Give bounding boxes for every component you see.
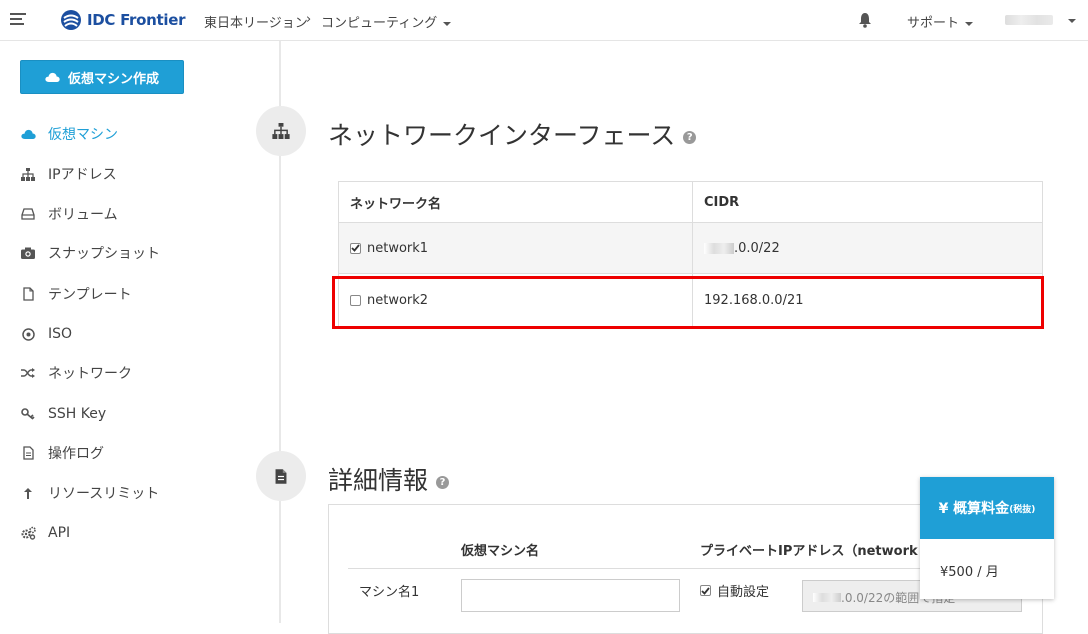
sidebar-item-label: ISO	[48, 326, 73, 342]
network2-checkbox[interactable]	[350, 295, 361, 306]
auto-setting-checkbox[interactable]	[700, 585, 711, 596]
top-header: IDC Frontier 東日本リージョン › コンピューティング サポート	[0, 0, 1088, 41]
breadcrumb-region[interactable]: 東日本リージョン	[204, 12, 308, 31]
network-section-icon	[256, 106, 306, 156]
sidebar-item-label: テンプレート	[48, 287, 132, 303]
cidr-redacted	[704, 242, 734, 254]
checkmark-icon	[351, 244, 360, 252]
sidebar-item-label: 操作ログ	[48, 446, 104, 462]
gears-icon	[20, 525, 36, 541]
sitemap-icon	[272, 123, 290, 139]
help-icon[interactable]: ?	[436, 475, 450, 489]
price-title: ¥ 概算料金	[938, 501, 1010, 517]
sidebar-item-template[interactable]: テンプレート	[20, 284, 132, 304]
sidebar-item-snapshot[interactable]: スナップショット	[20, 243, 160, 263]
arrow-up-icon	[20, 485, 36, 501]
vm-row-label: マシン名1	[359, 585, 420, 600]
sitemap-icon	[20, 166, 36, 182]
table-row[interactable]: network1 .0.0/22	[339, 223, 1042, 274]
sidebar-item-label: API	[48, 525, 71, 541]
price-panel: ¥ 概算料金 (税抜) ¥500 / 月	[920, 477, 1054, 599]
file-icon	[20, 286, 36, 302]
sidebar-item-label: リソースリミット	[48, 486, 160, 502]
sidebar-item-ip-address[interactable]: IPアドレス	[20, 164, 117, 184]
cloud-icon	[45, 72, 60, 82]
checkmark-icon	[701, 586, 710, 595]
detail-section-title-text: 詳細情報	[328, 466, 429, 495]
cidr-value: .0.0/22	[734, 240, 780, 256]
sidebar-item-resource-limit[interactable]: リソースリミット	[20, 483, 159, 503]
price-title-note: (税抜)	[1009, 504, 1036, 515]
key-icon	[20, 406, 36, 422]
cloud-icon	[20, 126, 36, 142]
network-name-cell: network1	[339, 223, 693, 273]
sidebar-item-label: 仮想マシン	[48, 127, 118, 143]
table-header-row: ネットワーク名 CIDR	[339, 182, 1042, 223]
price-panel-header[interactable]: ¥ 概算料金 (税抜)	[920, 477, 1054, 539]
disc-icon	[20, 326, 36, 342]
network-section-title-text: ネットワークインターフェース	[328, 121, 676, 150]
detail-section-title: 詳細情報?	[328, 461, 450, 497]
table-row[interactable]: network2 192.168.0.0/21	[339, 274, 1042, 327]
shuffle-icon	[20, 365, 36, 381]
create-vm-label: 仮想マシン作成	[67, 71, 159, 87]
camera-icon	[20, 245, 36, 261]
column-header-vm-name: 仮想マシン名	[461, 544, 540, 559]
chevron-down-icon	[965, 21, 974, 26]
breadcrumb-service-label: コンピューティング	[321, 16, 438, 31]
document-icon	[20, 445, 36, 461]
network-name: network2	[367, 293, 429, 308]
ip-redacted	[813, 593, 841, 602]
vm-name-input[interactable]	[461, 579, 680, 612]
sidebar: 仮想マシン作成 仮想マシン IPアドレス ボリューム スナップショット テンプレ…	[0, 41, 281, 623]
support-menu[interactable]: サポート	[907, 12, 974, 31]
column-header-network-name: ネットワーク名	[339, 182, 693, 222]
detail-section-icon	[256, 451, 306, 501]
sidebar-item-network[interactable]: ネットワーク	[20, 363, 132, 383]
menu-icon[interactable]	[10, 13, 26, 27]
price-amount: ¥500 / 月	[940, 565, 999, 580]
document-icon	[275, 468, 287, 484]
cidr-cell: 192.168.0.0/21	[693, 274, 1042, 327]
brand-logo[interactable]: IDC Frontier	[60, 8, 186, 32]
column-header-cidr: CIDR	[704, 194, 740, 210]
brand-logo-mark	[61, 10, 81, 30]
brand-name: IDC Frontier	[87, 11, 186, 29]
sidebar-item-operation-log[interactable]: 操作ログ	[20, 443, 104, 463]
cidr-value: 192.168.0.0/21	[704, 293, 804, 308]
auto-setting-option[interactable]: 自動設定	[700, 581, 769, 600]
sidebar-item-ssh-key[interactable]: SSH Key	[20, 404, 106, 424]
breadcrumb-separator: ›	[306, 12, 312, 27]
user-chevron-down-icon[interactable]	[1068, 19, 1076, 23]
sidebar-item-label: SSH Key	[48, 406, 107, 422]
network-name: network1	[367, 240, 429, 256]
create-vm-button[interactable]: 仮想マシン作成	[20, 60, 184, 94]
breadcrumb-service[interactable]: コンピューティング	[321, 12, 452, 31]
sidebar-item-volume[interactable]: ボリューム	[20, 204, 118, 224]
sidebar-item-api[interactable]: API	[20, 523, 70, 543]
network-section-title: ネットワークインターフェース?	[328, 116, 697, 152]
sidebar-item-label: ネットワーク	[48, 366, 132, 382]
hdd-icon	[20, 206, 36, 222]
sidebar-item-vm[interactable]: 仮想マシン	[20, 124, 118, 144]
cidr-cell: .0.0/22	[693, 223, 1042, 273]
sidebar-item-label: ボリューム	[48, 207, 118, 223]
help-icon[interactable]: ?	[683, 130, 697, 144]
chevron-down-icon	[443, 21, 452, 26]
sidebar-item-iso[interactable]: ISO	[20, 324, 72, 344]
network-name-cell: network2	[339, 274, 693, 327]
auto-setting-label: 自動設定	[717, 585, 770, 600]
user-name-redacted[interactable]	[1005, 15, 1053, 25]
sidebar-item-label: IPアドレス	[48, 167, 117, 183]
network1-checkbox[interactable]	[350, 242, 361, 254]
support-label: サポート	[907, 16, 960, 31]
column-header-private-ip: プライベートIPアドレス（network	[700, 544, 918, 559]
sidebar-item-label: スナップショット	[48, 246, 160, 262]
network-table: ネットワーク名 CIDR network1 .0.0/22 network2 1…	[338, 181, 1043, 328]
bell-icon[interactable]	[858, 12, 872, 28]
